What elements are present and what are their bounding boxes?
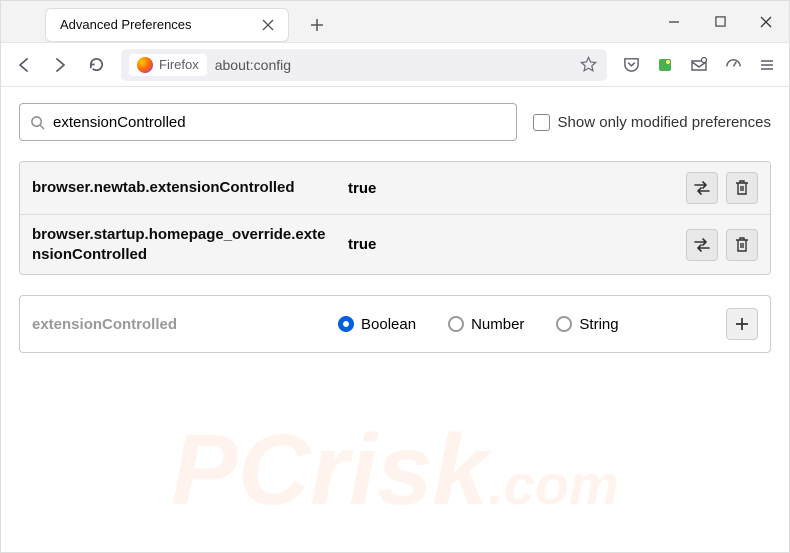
pref-name: browser.newtab.extensionControlled xyxy=(32,178,332,198)
checkbox-icon xyxy=(533,114,550,131)
toggle-button[interactable] xyxy=(686,229,718,261)
pref-row[interactable]: browser.startup.homepage_override.extens… xyxy=(20,215,770,274)
add-button[interactable] xyxy=(726,308,758,340)
pocket-icon[interactable] xyxy=(615,49,647,81)
mail-icon[interactable] xyxy=(683,49,715,81)
firefox-logo-icon xyxy=(137,57,153,73)
radio-string[interactable]: String xyxy=(556,316,618,333)
radio-boolean[interactable]: Boolean xyxy=(338,316,416,333)
tab-title: Advanced Preferences xyxy=(60,17,256,32)
watermark: PCrisk.com xyxy=(171,413,619,528)
url-input[interactable] xyxy=(215,57,569,73)
swap-icon xyxy=(693,238,711,252)
radio-label: String xyxy=(579,316,618,333)
reload-button[interactable] xyxy=(79,48,113,82)
pref-value: true xyxy=(348,236,670,253)
menu-icon[interactable] xyxy=(751,49,783,81)
browser-tab[interactable]: Advanced Preferences xyxy=(45,8,289,42)
dashboard-icon[interactable] xyxy=(717,49,749,81)
add-pref-row: extensionControlled Boolean Number Strin… xyxy=(19,295,771,353)
extension-icon[interactable] xyxy=(649,49,681,81)
maximize-button[interactable] xyxy=(697,1,743,43)
show-modified-label: Show only modified preferences xyxy=(558,114,771,131)
radio-icon xyxy=(338,316,354,332)
close-window-button[interactable] xyxy=(743,1,789,43)
pref-list: browser.newtab.extensionControlled true … xyxy=(19,161,771,275)
back-button[interactable] xyxy=(7,48,41,82)
identity-box[interactable]: Firefox xyxy=(129,54,207,76)
bookmark-star-icon[interactable] xyxy=(577,54,599,76)
toggle-button[interactable] xyxy=(686,172,718,204)
window-controls xyxy=(651,1,789,43)
trash-icon xyxy=(735,237,749,253)
radio-icon xyxy=(556,316,572,332)
radio-icon xyxy=(448,316,464,332)
search-icon xyxy=(30,115,45,130)
delete-button[interactable] xyxy=(726,229,758,261)
forward-button[interactable] xyxy=(43,48,77,82)
swap-icon xyxy=(693,181,711,195)
new-tab-button[interactable] xyxy=(303,11,331,39)
content-area: Show only modified preferences browser.n… xyxy=(1,87,789,552)
pref-search-box[interactable] xyxy=(19,103,517,141)
titlebar: Advanced Preferences xyxy=(1,1,789,43)
trash-icon xyxy=(735,180,749,196)
close-tab-icon[interactable] xyxy=(256,13,280,37)
radio-number[interactable]: Number xyxy=(448,316,524,333)
pref-value: true xyxy=(348,180,670,197)
radio-label: Number xyxy=(471,316,524,333)
identity-label: Firefox xyxy=(159,57,199,72)
plus-icon xyxy=(735,317,749,331)
add-pref-name: extensionControlled xyxy=(32,316,322,333)
delete-button[interactable] xyxy=(726,172,758,204)
show-modified-checkbox[interactable]: Show only modified preferences xyxy=(533,114,771,131)
minimize-button[interactable] xyxy=(651,1,697,43)
pref-search-input[interactable] xyxy=(53,114,506,131)
pref-name: browser.startup.homepage_override.extens… xyxy=(32,225,332,264)
urlbar[interactable]: Firefox xyxy=(121,49,607,81)
toolbar: Firefox xyxy=(1,43,789,87)
radio-label: Boolean xyxy=(361,316,416,333)
type-radio-group: Boolean Number String xyxy=(338,316,710,333)
pref-row[interactable]: browser.newtab.extensionControlled true xyxy=(20,162,770,215)
